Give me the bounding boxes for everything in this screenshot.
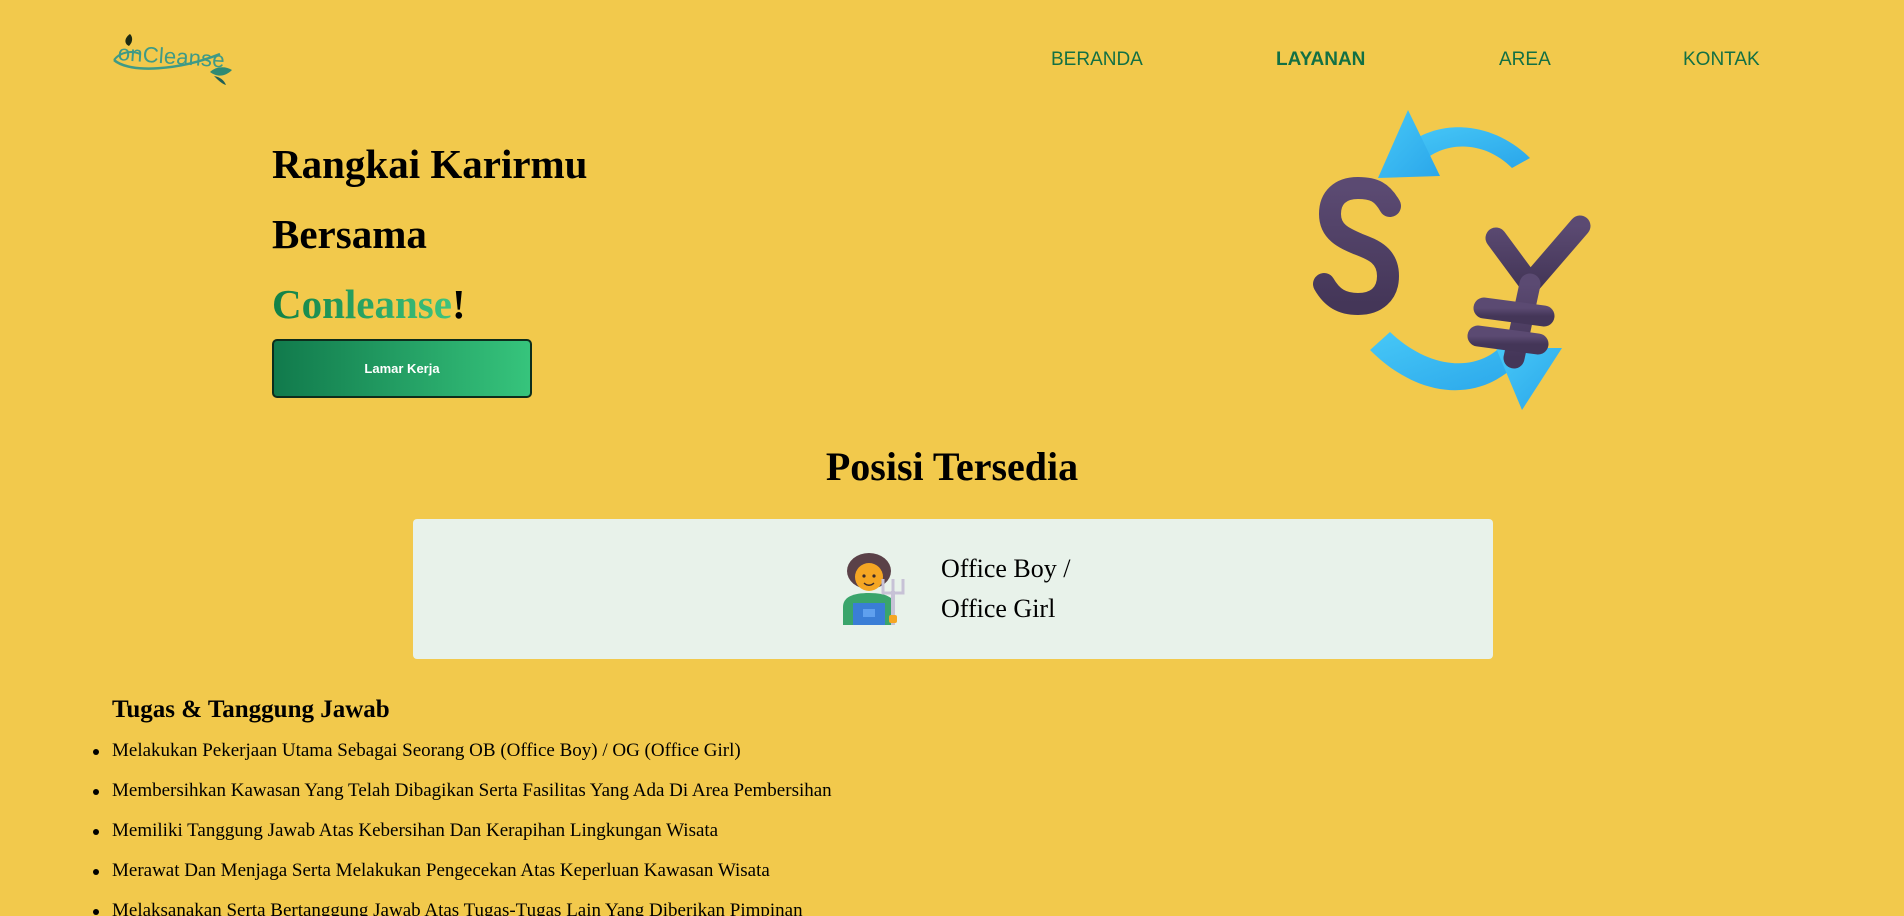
brand-exclamation: ! [451, 281, 466, 327]
hero-heading-line1: Rangkai Karirmu [272, 141, 588, 187]
nav-area[interactable]: AREA [1499, 48, 1551, 72]
duty-item: Melakukan Pekerjaan Utama Sebagai Seoran… [93, 731, 1512, 771]
farmer-worker-icon [839, 551, 909, 625]
position-card[interactable]: Office Boy / Office Girl [413, 519, 1493, 659]
duty-item: Memiliki Tanggung Jawab Atas Kebersihan … [93, 811, 1512, 851]
position-title-line2: Office Girl [941, 594, 1056, 623]
main-nav: BERANDA LAYANAN AREA KONTAK [0, 48, 1904, 72]
position-title: Office Boy / Office Girl [941, 549, 1121, 629]
brand-name: Conleanse [272, 281, 452, 327]
duties-title: Tugas & Tanggung Jawab [112, 696, 390, 723]
position-title-line1: Office Boy / [941, 554, 1071, 583]
hero-heading-line3: Conleanse! [272, 279, 466, 329]
apply-job-button[interactable]: Lamar Kerja [272, 339, 532, 398]
duty-item: Merawat Dan Menjaga Serta Melakukan Peng… [93, 851, 1512, 891]
duty-item: Melaksanakan Serta Bertanggung Jawab Ata… [93, 891, 1512, 916]
currency-exchange-icon [1300, 110, 1606, 416]
nav-beranda[interactable]: BERANDA [1051, 48, 1143, 72]
duties-list: Melakukan Pekerjaan Utama Sebagai Seoran… [93, 731, 1512, 916]
positions-section-title: Posisi Tersedia [825, 444, 1079, 489]
duty-item: Membersihkan Kawasan Yang Telah Dibagika… [93, 771, 1512, 811]
nav-kontak[interactable]: KONTAK [1683, 48, 1760, 72]
hero-heading-line2: Bersama [272, 211, 427, 257]
nav-layanan[interactable]: LAYANAN [1276, 48, 1365, 72]
